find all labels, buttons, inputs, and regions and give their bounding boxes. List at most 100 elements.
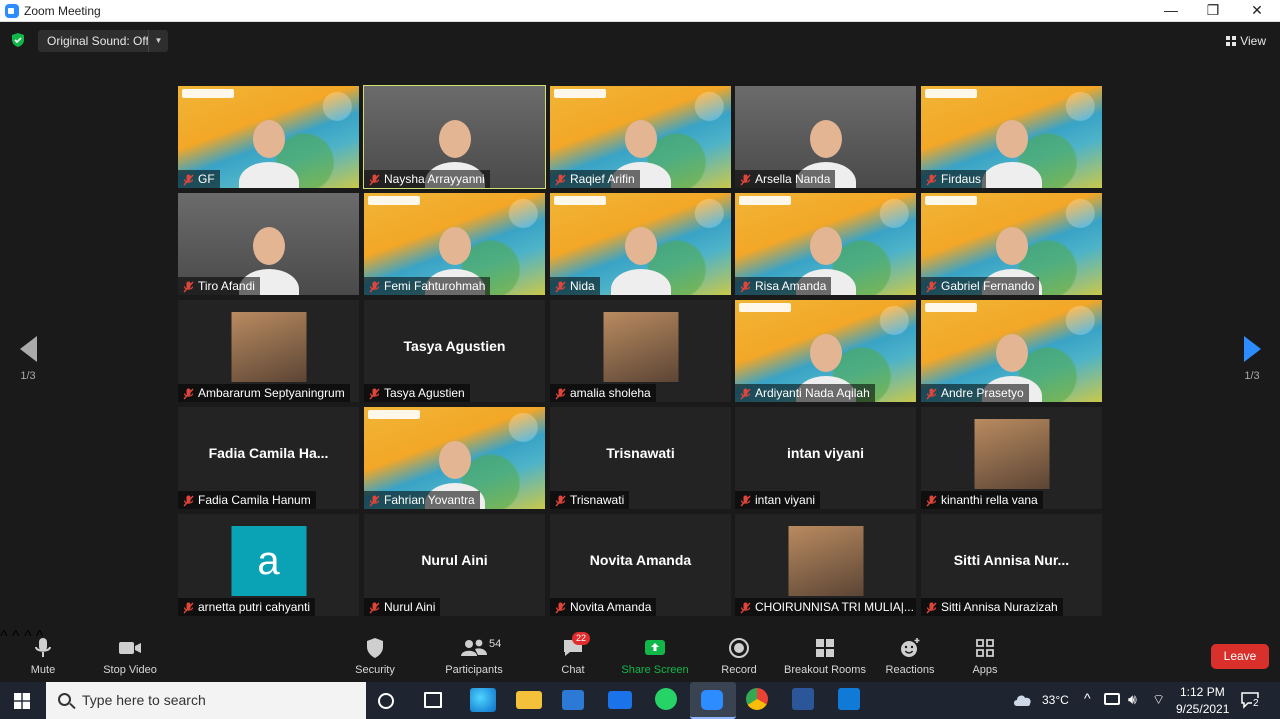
participant-tile[interactable]: a arnetta putri cahyanti <box>178 514 359 616</box>
muted-microphone-icon <box>369 601 380 614</box>
search-icon <box>58 693 71 706</box>
participant-tile[interactable]: Tasya Agustien Tasya Agustien <box>364 300 545 402</box>
leave-button[interactable]: Leave <box>1211 644 1269 669</box>
reactions-button[interactable]: Reactions <box>884 636 936 676</box>
tray-chevron-up-icon[interactable]: ^ <box>1084 690 1091 706</box>
wifi-icon[interactable]: ⌔ <box>1152 691 1165 709</box>
participant-name-label: Fadia Camila Hanum <box>178 491 316 509</box>
taskbar-search-input[interactable]: Type here to search <box>46 682 366 719</box>
reactions-label: Reactions <box>885 664 935 676</box>
maximize-button[interactable]: ❐ <box>1190 0 1236 22</box>
apps-button[interactable]: Apps <box>968 636 1002 676</box>
chevron-down-icon[interactable]: ▼ <box>148 30 168 52</box>
zoom-taskbar-icon[interactable] <box>690 682 736 719</box>
participant-tile[interactable]: Nurul Aini Nurul Aini <box>364 514 545 616</box>
participant-tile[interactable]: Fahrian Yovantra <box>364 407 545 509</box>
chrome-icon[interactable] <box>746 688 768 710</box>
word-icon[interactable] <box>792 688 814 710</box>
photos-icon[interactable] <box>838 688 860 710</box>
participant-tile[interactable]: Tiro Afandi <box>178 193 359 295</box>
participant-name-label: Sitti Annisa Nurazizah <box>921 598 1063 616</box>
share-screen-button[interactable]: Share Screen <box>620 636 690 676</box>
record-icon <box>718 636 760 660</box>
next-page-button[interactable]: 1/3 <box>1232 336 1272 382</box>
notification-center-icon[interactable]: 2 <box>1240 691 1260 709</box>
participant-tile[interactable]: Firdaus <box>921 86 1102 188</box>
windows-start-icon[interactable] <box>14 693 30 709</box>
participant-tile[interactable]: Ambararum Septyaningrum <box>178 300 359 402</box>
participant-tile[interactable]: Arsella Nanda <box>735 86 916 188</box>
muted-microphone-icon <box>369 173 380 186</box>
whatsapp-icon[interactable] <box>655 688 677 710</box>
participants-button[interactable]: 54 Participants <box>444 636 504 676</box>
participant-tile[interactable]: Raqief Arifin <box>550 86 731 188</box>
participant-tile[interactable]: amalia sholeha <box>550 300 731 402</box>
participant-display-name: Trisnawati <box>606 445 675 461</box>
close-button[interactable]: ✕ <box>1234 0 1280 22</box>
weather-cloud-icon[interactable] <box>1012 692 1034 708</box>
speaker-icon[interactable]: 🔊︎ <box>1128 691 1137 708</box>
participant-tile[interactable]: Novita Amanda Novita Amanda <box>550 514 731 616</box>
chat-bubble-icon: 22 <box>556 632 591 660</box>
clock-time[interactable]: 1:12 PM <box>1180 685 1225 699</box>
participant-tile[interactable]: Trisnawati Trisnawati <box>550 407 731 509</box>
windows-taskbar: Type here to search 33°C ^ 🔊︎ ⌔ 1:12 PM … <box>0 682 1280 719</box>
profile-picture: a <box>231 526 306 596</box>
meeting-toolbar: Mute ^ Stop Video ^ Security 54 Particip… <box>0 628 1280 682</box>
participants-label: Participants <box>445 664 503 676</box>
store-icon[interactable] <box>562 690 584 710</box>
apps-icon <box>968 636 1002 660</box>
prev-page-button[interactable]: 1/3 <box>8 336 48 382</box>
participant-display-name: Fadia Camila Ha... <box>208 445 329 461</box>
participant-tile[interactable]: Fadia Camila Ha... Fadia Camila Hanum <box>178 407 359 509</box>
participant-tile[interactable]: kinanthi rella vana <box>921 407 1102 509</box>
muted-microphone-icon <box>555 280 566 293</box>
share-screen-icon <box>620 636 690 660</box>
stop-video-button[interactable]: Stop Video <box>100 636 160 676</box>
apps-label: Apps <box>972 664 998 676</box>
participant-tile[interactable]: Sitti Annisa Nur... Sitti Annisa Nuraziza… <box>921 514 1102 616</box>
participant-name-label: Fahrian Yovantra <box>364 491 480 509</box>
security-button[interactable]: Security <box>353 636 397 676</box>
video-options-chevron-icon[interactable]: ^ <box>12 628 20 645</box>
muted-microphone-icon <box>740 280 751 293</box>
participant-tile[interactable]: Nida <box>550 193 731 295</box>
participant-tile[interactable]: Gabriel Fernando <box>921 193 1102 295</box>
view-button[interactable]: View <box>1226 34 1266 48</box>
participant-tile[interactable]: Risa Amanda <box>735 193 916 295</box>
participant-tile[interactable]: Ardiyanti Nada Aqilah <box>735 300 916 402</box>
edge-browser-icon[interactable] <box>470 688 496 712</box>
minimize-button[interactable]: — <box>1148 0 1194 22</box>
mail-icon[interactable] <box>608 691 632 709</box>
audio-options-chevron-icon[interactable]: ^ <box>0 628 8 645</box>
chat-button[interactable]: 22 Chat <box>556 632 591 676</box>
participant-name-label: Gabriel Fernando <box>921 277 1040 295</box>
participant-tile[interactable]: GF <box>178 86 359 188</box>
encryption-shield-icon[interactable] <box>10 32 26 48</box>
participant-tile[interactable]: Femi Fahturohmah <box>364 193 545 295</box>
record-button[interactable]: Record <box>718 636 760 676</box>
participant-tile[interactable]: intan viyani intan viyani <box>735 407 916 509</box>
participant-tile[interactable]: Naysha Arrayyanni <box>363 85 546 189</box>
task-view-icon[interactable] <box>424 692 442 708</box>
file-explorer-icon[interactable] <box>516 691 542 709</box>
battery-icon[interactable] <box>1104 693 1120 705</box>
muted-microphone-icon <box>183 387 194 400</box>
mute-button[interactable]: Mute <box>26 636 60 676</box>
participant-tile[interactable]: CHOIRUNNISA TRI MULIA|... <box>735 514 916 616</box>
video-camera-icon <box>100 636 160 660</box>
record-label: Record <box>721 664 757 676</box>
clock-date[interactable]: 9/25/2021 <box>1176 702 1229 716</box>
cortana-icon[interactable] <box>378 693 394 709</box>
chat-label: Chat <box>561 664 585 676</box>
original-sound-button[interactable]: Original Sound: Off ▼ <box>38 30 168 52</box>
page-indicator-left: 1/3 <box>20 370 36 382</box>
participant-name-label: arnetta putri cahyanti <box>178 598 316 616</box>
profile-picture <box>788 526 863 596</box>
breakout-rooms-button[interactable]: Breakout Rooms <box>782 636 868 676</box>
muted-microphone-icon <box>740 173 751 186</box>
muted-microphone-icon <box>926 280 937 293</box>
smiley-icon <box>884 636 936 660</box>
participant-name-label: Femi Fahturohmah <box>364 277 491 295</box>
participant-tile[interactable]: Andre Prasetyo <box>921 300 1102 402</box>
